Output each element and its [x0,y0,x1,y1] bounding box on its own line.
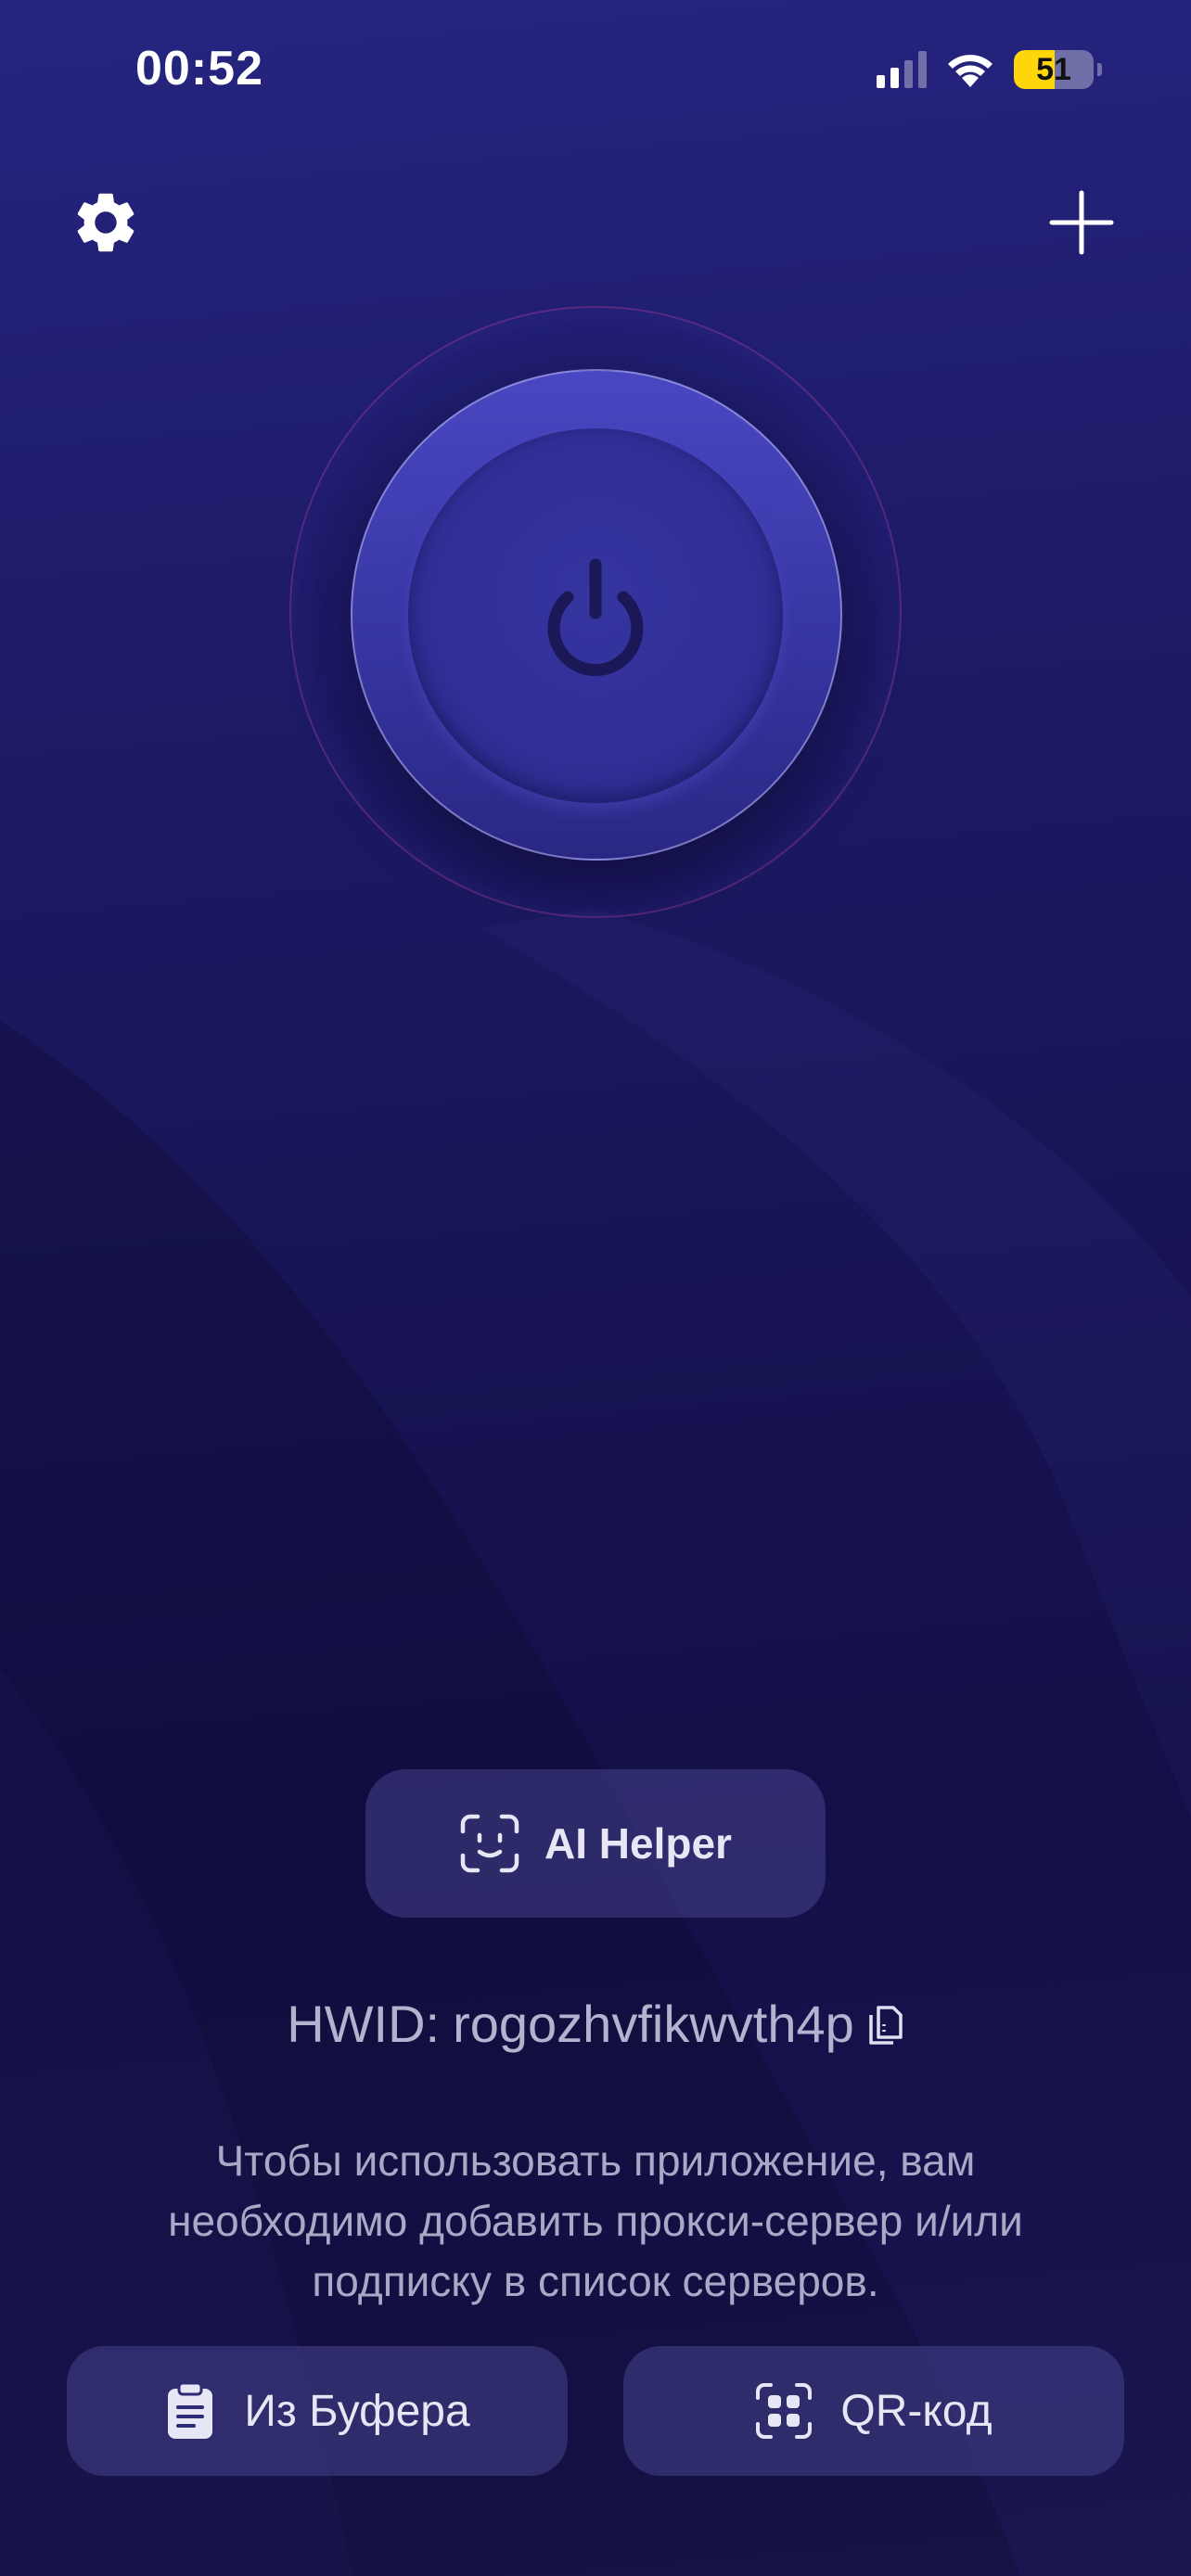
status-bar: 00:52 51 [0,0,1191,139]
add-server-button[interactable] [1037,178,1126,267]
setup-instructions: Чтобы использовать приложение, вам необх… [168,2136,1023,2305]
power-button-inner[interactable] [408,428,783,803]
hwid-label: HWID: [287,1995,441,2053]
battery-icon: 51 [1014,50,1094,89]
battery-level: 51 [1036,52,1071,87]
settings-button[interactable] [61,178,150,267]
plus-icon [1049,190,1114,255]
face-scan-icon [460,1814,519,1873]
battery-tip [1097,63,1102,76]
hwid-row[interactable]: HWID: rogozhvfikwvth4p [0,1994,1191,2054]
hwid-value: rogozhvfikwvth4p [453,1995,854,2053]
import-clipboard-label: Из Буфера [244,2386,470,2436]
wifi-icon [948,55,992,87]
power-control [289,306,902,918]
scan-qr-button[interactable]: QR-код [623,2346,1124,2476]
ai-helper-label: AI Helper [544,1819,732,1868]
power-icon [547,558,644,676]
cellular-signal-icon [877,51,927,88]
clipboard-icon [168,2381,213,2439]
copy-icon[interactable] [867,2002,904,2047]
qr-scan-icon [756,2383,813,2439]
import-clipboard-button[interactable]: Из Буфера [67,2346,568,2476]
status-icons: 51 [877,48,1102,91]
status-time: 00:52 [135,42,263,96]
gear-icon [77,193,134,252]
ai-helper-button[interactable]: AI Helper [365,1769,826,1918]
scan-qr-label: QR-код [840,2386,992,2436]
